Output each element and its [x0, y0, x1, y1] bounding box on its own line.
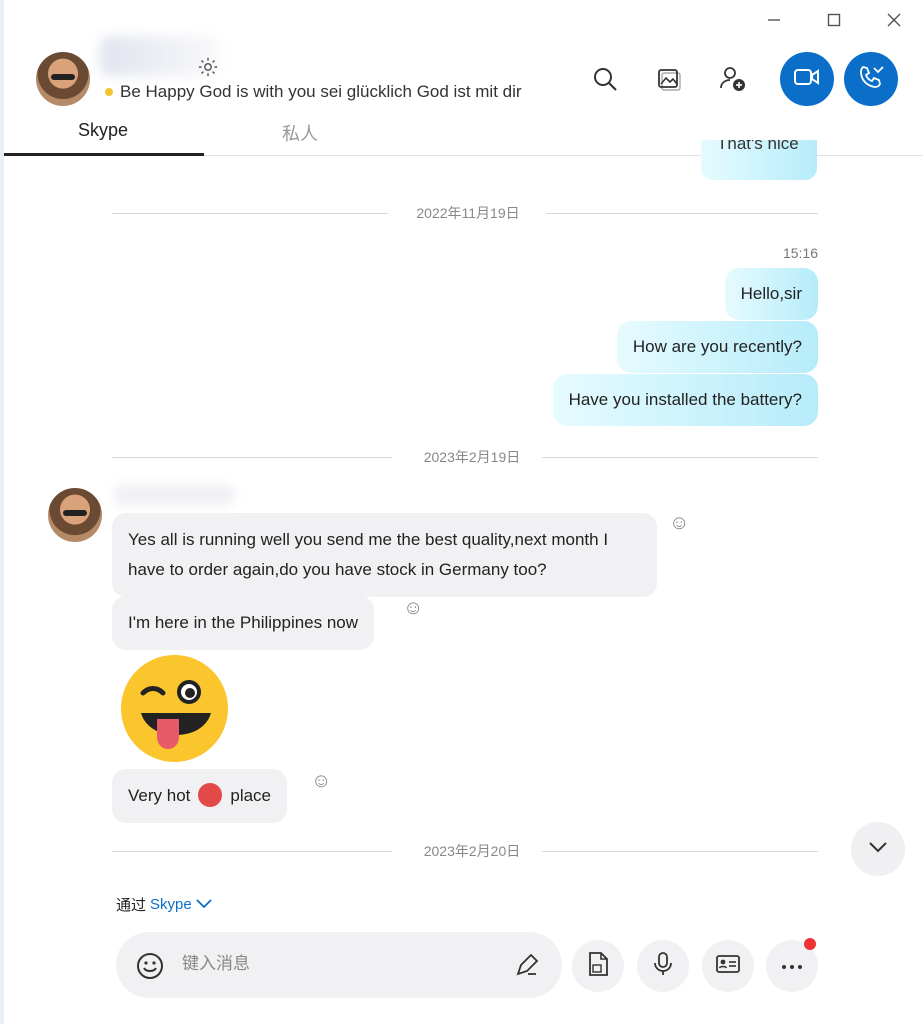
sender-avatar[interactable] — [48, 488, 102, 542]
status-indicator — [105, 88, 113, 96]
date-label: 2023年2月19日 — [423, 449, 521, 465]
date-label: 2022年11月19日 — [416, 205, 520, 221]
contact-avatar[interactable] — [36, 52, 90, 106]
message-composer — [116, 932, 562, 998]
chevron-down-icon — [196, 896, 212, 913]
message-bubble-outgoing[interactable]: How are you recently? — [616, 321, 818, 373]
notification-dot — [804, 938, 816, 950]
message-bubble-outgoing[interactable]: Hello,sir — [724, 268, 818, 320]
video-call-button[interactable] — [780, 52, 834, 106]
audio-call-button[interactable] — [844, 52, 898, 106]
via-label: 通过 — [116, 897, 147, 914]
message-bubble-incoming[interactable]: Yes all is running well you send me the … — [112, 513, 657, 597]
close-icon[interactable] — [884, 10, 904, 30]
emoji-icon[interactable] — [136, 952, 164, 980]
message-bubble-incoming[interactable]: Very hot place — [112, 769, 288, 823]
hot-face-emoji — [198, 782, 223, 807]
message-text: Yes all is running well you send me the … — [128, 530, 609, 579]
more-options-button[interactable] — [766, 938, 818, 992]
message-timestamp: 15:16 — [782, 245, 818, 261]
video-call-icon — [794, 67, 820, 92]
add-reaction-icon[interactable]: ☺ — [669, 512, 689, 535]
pen-icon[interactable] — [514, 952, 540, 978]
send-file-button[interactable] — [572, 940, 624, 992]
add-user-icon[interactable] — [716, 62, 750, 96]
file-icon — [586, 951, 610, 982]
chevron-down-icon — [868, 840, 888, 858]
add-reaction-icon[interactable]: ☺ — [311, 770, 331, 793]
active-tab-indicator — [4, 153, 204, 156]
message-text: I'm here in the Philippines now — [128, 613, 359, 632]
scroll-to-bottom-button[interactable] — [851, 822, 905, 876]
message-bubble-incoming[interactable]: I'm here in the Philippines now — [112, 596, 375, 650]
date-label: 2023年2月20日 — [423, 843, 521, 859]
message-text: place — [230, 786, 272, 805]
send-via-selector[interactable]: 通过 Skype — [116, 894, 212, 915]
sender-name-blurred — [114, 484, 234, 506]
message-input[interactable] — [182, 954, 482, 974]
audio-call-icon — [858, 64, 884, 95]
contact-card-icon — [715, 953, 741, 980]
via-service-link[interactable]: Skype — [150, 896, 192, 913]
more-icon — [781, 957, 803, 975]
mic-icon — [652, 951, 674, 982]
message-text: How are you recently? — [632, 337, 802, 356]
date-separator: 2023年2月20日 — [112, 841, 818, 861]
share-contact-button[interactable] — [702, 940, 754, 992]
voice-message-button[interactable] — [637, 940, 689, 992]
message-bubble-outgoing[interactable]: That's nice — [701, 140, 817, 180]
tab-private[interactable]: 私人 — [282, 120, 318, 146]
gallery-icon[interactable] — [652, 62, 686, 96]
winking-tongue-emoji[interactable] — [121, 655, 228, 762]
message-bubble-outgoing[interactable]: Have you installed the battery? — [552, 374, 818, 426]
search-icon[interactable] — [588, 62, 622, 96]
message-text: Have you installed the battery? — [568, 390, 802, 409]
contact-status-message: Be Happy God is with you sei glücklich G… — [120, 82, 522, 101]
maximize-icon[interactable] — [824, 10, 844, 30]
add-reaction-icon[interactable]: ☺ — [403, 597, 423, 620]
date-separator: 2023年2月19日 — [112, 447, 818, 467]
date-separator: 2022年11月19日 — [112, 203, 818, 223]
message-text: Hello,sir — [740, 284, 802, 303]
tab-skype[interactable]: Skype — [78, 120, 128, 141]
message-text: Very hot — [128, 786, 191, 805]
gear-icon[interactable] — [197, 56, 219, 84]
message-text: That's nice — [717, 140, 799, 153]
chat-window: Be Happy God is with you sei glücklich G… — [0, 0, 923, 1024]
minimize-icon[interactable] — [764, 10, 784, 30]
